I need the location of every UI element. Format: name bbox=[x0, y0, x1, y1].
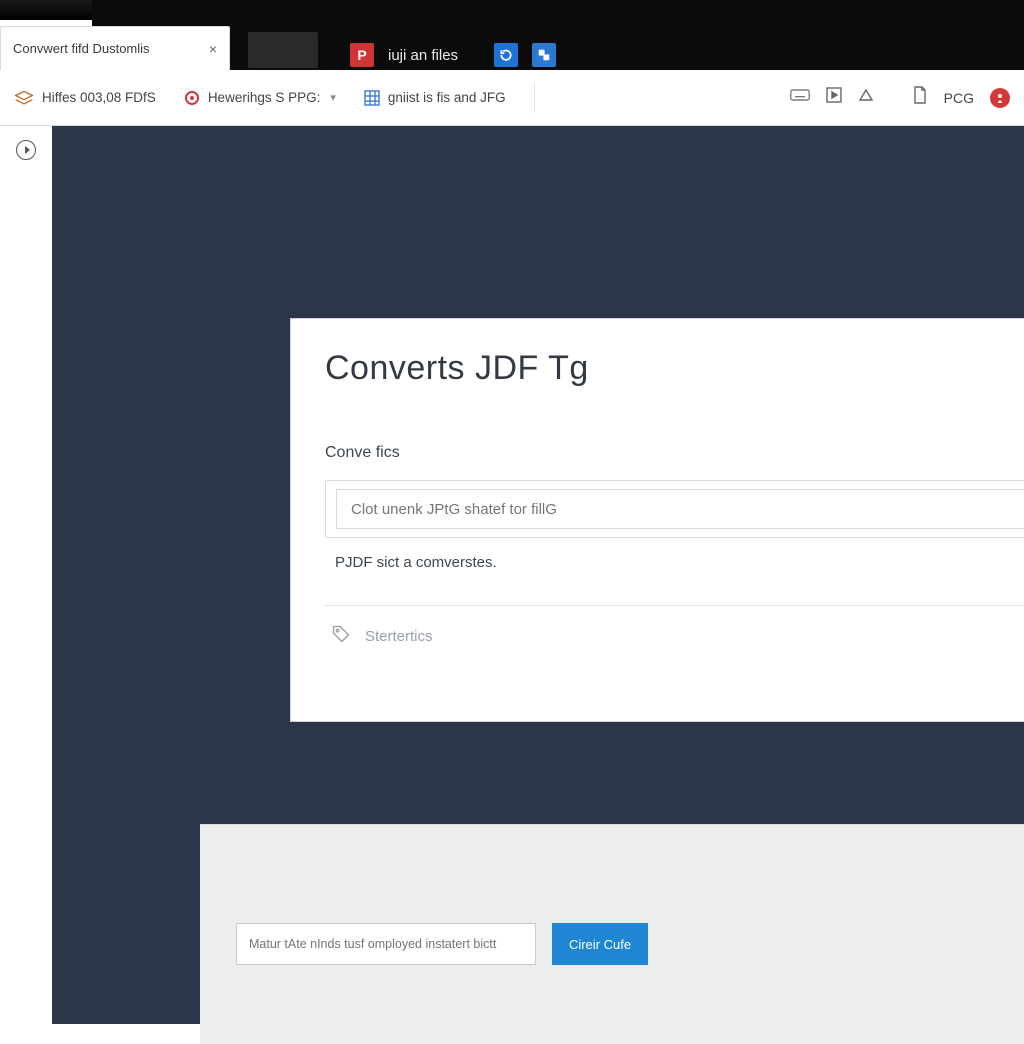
close-icon[interactable]: × bbox=[209, 41, 217, 57]
toolbar-item-label: Hiffes 003,08 FDfS bbox=[42, 90, 156, 105]
play-box-icon[interactable] bbox=[826, 87, 842, 108]
app-p-icon[interactable]: P bbox=[350, 43, 374, 67]
target-icon bbox=[184, 90, 200, 106]
alert-badge-icon[interactable] bbox=[990, 88, 1010, 108]
play-circle-icon[interactable] bbox=[16, 140, 36, 160]
keyboard-icon[interactable] bbox=[790, 87, 810, 108]
toolbar-item-headers[interactable]: Hewerihgs S PPG: ▾ bbox=[184, 90, 336, 106]
file-field-wrap bbox=[325, 480, 1024, 538]
toolbar-item-label: PCG bbox=[944, 90, 974, 106]
card-settings-row[interactable]: Stertertics bbox=[325, 624, 1015, 648]
tab-title: Convwert fifd Dustomlis bbox=[13, 41, 150, 56]
grid-icon bbox=[364, 90, 380, 106]
page-icon[interactable] bbox=[912, 86, 928, 109]
app-translate-icon[interactable] bbox=[532, 43, 556, 67]
card-section-label: Conve fics bbox=[325, 444, 1015, 462]
triangle-icon[interactable] bbox=[858, 87, 874, 108]
tab-row: Convwert fifd Dustomlis × P iuji an file… bbox=[0, 20, 1024, 70]
left-gutter bbox=[0, 126, 52, 1026]
card-hint: PJDF sict a comverstes. bbox=[325, 554, 1015, 571]
toolbar-item-label: gniist is fis and JFG bbox=[388, 90, 506, 105]
stack-icon bbox=[14, 89, 34, 107]
chevron-down-icon: ▾ bbox=[330, 91, 336, 104]
toolbar-separator bbox=[534, 83, 535, 113]
app-refresh-icon[interactable] bbox=[494, 43, 518, 67]
titlebar-label: iuji an files bbox=[388, 47, 458, 64]
toolbar-item-label: Hewerihgs S PPG: bbox=[208, 90, 321, 105]
browser-tab-active[interactable]: Convwert fifd Dustomlis × bbox=[0, 26, 230, 70]
toolbar: Hiffes 003,08 FDfS Hewerihgs S PPG: ▾ gn… bbox=[0, 70, 1024, 126]
convert-card: Converts JDF Tg Conve fics PJDF sict a c… bbox=[290, 318, 1024, 722]
bottom-action-button[interactable]: Cireir Cufe bbox=[552, 923, 648, 965]
card-settings-label: Stertertics bbox=[365, 628, 433, 645]
toolbar-item-files[interactable]: Hiffes 003,08 FDfS bbox=[14, 89, 156, 107]
card-divider bbox=[325, 605, 1024, 606]
browser-tab-inactive[interactable] bbox=[248, 32, 318, 68]
bottom-panel: Cireir Cufe bbox=[200, 824, 1024, 1044]
card-heading: Converts JDF Tg bbox=[325, 349, 1015, 388]
tag-icon bbox=[331, 624, 351, 648]
bottom-text-input[interactable] bbox=[236, 923, 536, 965]
toolbar-right-group: PCG bbox=[790, 86, 1010, 109]
toolbar-item-grid[interactable]: gniist is fis and JFG bbox=[364, 90, 506, 106]
file-input[interactable] bbox=[336, 489, 1024, 529]
